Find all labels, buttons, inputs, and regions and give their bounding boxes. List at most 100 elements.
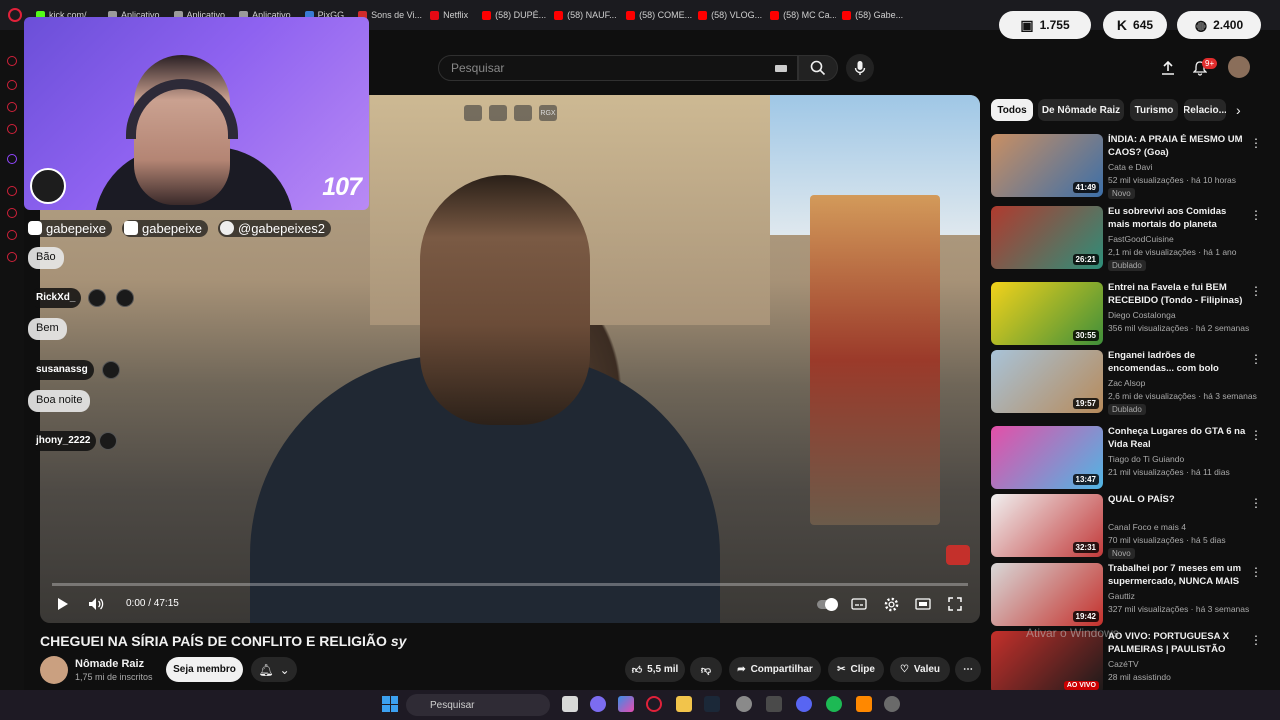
bookmark-item[interactable]: (58) Gabe... [836,0,908,30]
recommended-channel[interactable]: Gauttiz [1108,591,1135,601]
video-thumbnail[interactable]: 32:31 [991,494,1103,557]
subtitles-button[interactable] [848,595,870,613]
video-thumbnail[interactable]: 41:49 [991,134,1103,197]
discord-icon[interactable] [796,696,812,712]
skip-icon[interactable] [514,105,532,121]
recommended-channel[interactable]: Zac Alsop [1108,378,1145,388]
more-vertical-icon[interactable]: ⋮ [1250,352,1262,366]
upload-button[interactable] [1156,56,1180,80]
autoplay-toggle[interactable] [816,595,838,613]
chevron-right-icon[interactable]: › [1236,102,1241,118]
sidebar-item-icon[interactable] [7,102,17,112]
clip-button[interactable]: ✂ Clipe [828,657,884,682]
more-vertical-icon[interactable]: ⋮ [1250,208,1262,222]
recommended-video[interactable]: 19:42 Trabalhei por 7 meses em um superme… [991,563,1271,629]
chip-tourism[interactable]: Turismo [1130,99,1178,121]
recommended-title[interactable]: Trabalhei por 7 meses em um supermercado… [1108,563,1246,588]
app-icon[interactable] [766,696,782,712]
twitch-icon[interactable] [7,154,17,164]
theater-mode-button[interactable] [912,595,934,613]
search-button[interactable] [798,55,838,81]
recommended-video[interactable]: 26:21 Eu sobrevivi aos Comidas mais morta… [991,206,1271,272]
sidebar-item-icon[interactable] [7,124,17,134]
soundcloud-icon[interactable] [856,696,872,712]
recommended-channel[interactable]: Cata e Davi [1108,162,1152,172]
recommended-video[interactable]: 13:47 Conheça Lugares do GTA 6 na Vida Re… [991,426,1271,492]
dislike-button[interactable]: 👎︎ [690,657,722,682]
more-vertical-icon[interactable]: ⋮ [1250,284,1262,298]
bookmark-item[interactable]: (58) MC Ca... [764,0,836,30]
windows-start-icon[interactable] [382,696,398,712]
more-vertical-icon[interactable]: ⋮ [1250,428,1262,442]
video-thumbnail[interactable]: 19:57 [991,350,1103,413]
join-button[interactable]: Seja membro [166,657,243,682]
steam-icon[interactable] [704,696,720,712]
volume-button[interactable] [86,595,106,613]
recommended-channel[interactable]: Tiago do Ti Guiando [1108,454,1184,464]
more-vertical-icon[interactable]: ⋮ [1250,633,1262,647]
recommended-video[interactable]: 41:49 ÍNDIA: A PRAIA É MESMO UM CAOS? (Go… [991,134,1271,200]
progress-bar[interactable] [52,583,968,586]
fullscreen-button[interactable] [944,595,966,613]
video-thumbnail[interactable]: 30:55 [991,282,1103,345]
recommended-channel[interactable]: CazéTV [1108,659,1139,669]
video-thumbnail[interactable]: 13:47 [991,426,1103,489]
bookmark-item[interactable]: (58) VLOG... [692,0,764,30]
more-vertical-icon[interactable]: ⋮ [1250,136,1262,150]
thanks-button[interactable]: ♡ Valeu [890,657,950,682]
more-vertical-icon[interactable]: ⋮ [1250,496,1262,510]
sidebar-item-icon[interactable] [7,252,17,262]
recommended-video[interactable]: 19:57 Enganei ladrões de encomendas... co… [991,350,1271,416]
keyboard-icon[interactable] [775,65,787,72]
subscription-bell-button[interactable]: 🔔︎ ⌄ [251,657,297,682]
play-button[interactable] [54,595,72,613]
account-avatar[interactable] [1228,56,1250,78]
voice-search-button[interactable] [846,54,874,82]
sidebar-item-icon[interactable] [7,80,17,90]
recommended-channel[interactable]: Diego Costalonga [1108,310,1176,320]
like-button[interactable]: 👍︎ 5,5 mil [625,657,685,682]
recommended-video[interactable]: 30:55 Entrei na Favela e fui BEM RECEBIDO… [991,282,1271,348]
recommended-video[interactable]: 32:31 QUAL O PAÍS? Canal Foco e mais 4 70 m… [991,494,1271,560]
search-input[interactable]: Pesquisar [438,55,798,81]
overlay-tool-icon[interactable] [464,105,482,121]
recommended-title[interactable]: Entrei na Favela e fui BEM RECEBIDO (Ton… [1108,282,1246,307]
recommended-title[interactable]: Conheça Lugares do GTA 6 na Vida Real [1108,426,1246,451]
more-actions-button[interactable]: ⋯ [955,657,981,682]
opera-icon[interactable] [646,696,662,712]
channel-avatar[interactable] [40,656,68,684]
settings-button[interactable] [880,595,902,613]
file-explorer-icon[interactable] [676,696,692,712]
recommended-title[interactable]: AO VIVO: PORTUGUESA X PALMEIRAS | PAULIS… [1108,631,1246,656]
app-icon[interactable] [736,696,752,712]
sidebar-item-icon[interactable] [7,56,17,66]
chip-channel[interactable]: De Nômade Raiz [1038,99,1124,121]
obs-icon[interactable] [884,696,900,712]
chip-all[interactable]: Todos [991,99,1033,121]
recommended-channel[interactable]: Canal Foco e mais 4 [1108,522,1186,532]
share-button[interactable]: ➦ Compartilhar [729,657,821,682]
task-view-icon[interactable] [562,696,578,712]
bookmark-item[interactable]: (58) DUPÉ... [476,0,548,30]
opera-logo-icon[interactable] [8,8,22,22]
more-vertical-icon[interactable]: ⋮ [1250,565,1262,579]
sidebar-item-icon[interactable] [7,208,17,218]
recommended-title[interactable]: Eu sobrevivi aos Comidas mais mortais do… [1108,206,1246,231]
bookmark-item[interactable]: (58) NAUF... [548,0,620,30]
overlay-tool-icon[interactable]: RGX [539,105,557,121]
copilot-icon[interactable] [618,696,634,712]
video-thumbnail[interactable]: 19:42 [991,563,1103,626]
bookmark-item[interactable]: Netflix [424,0,476,30]
taskbar-search[interactable]: Pesquisar [406,694,550,716]
recommended-title[interactable]: ÍNDIA: A PRAIA É MESMO UM CAOS? (Goa) [1108,134,1246,159]
video-thumbnail[interactable]: 26:21 [991,206,1103,269]
bookmark-item[interactable]: (58) COME... [620,0,692,30]
channel-name[interactable]: Nômade Raiz [75,658,144,670]
recommended-title[interactable]: Enganei ladrões de encomendas... com bol… [1108,350,1246,375]
video-thumbnail[interactable]: AO VIVO [991,631,1103,694]
sidebar-item-icon[interactable] [7,186,17,196]
recommended-title[interactable]: QUAL O PAÍS? [1108,494,1246,507]
app-icon[interactable] [590,696,606,712]
recommended-video[interactable]: AO VIVO AO VIVO: PORTUGUESA X PALMEIRAS |… [991,631,1271,697]
sidebar-item-icon[interactable] [7,230,17,240]
